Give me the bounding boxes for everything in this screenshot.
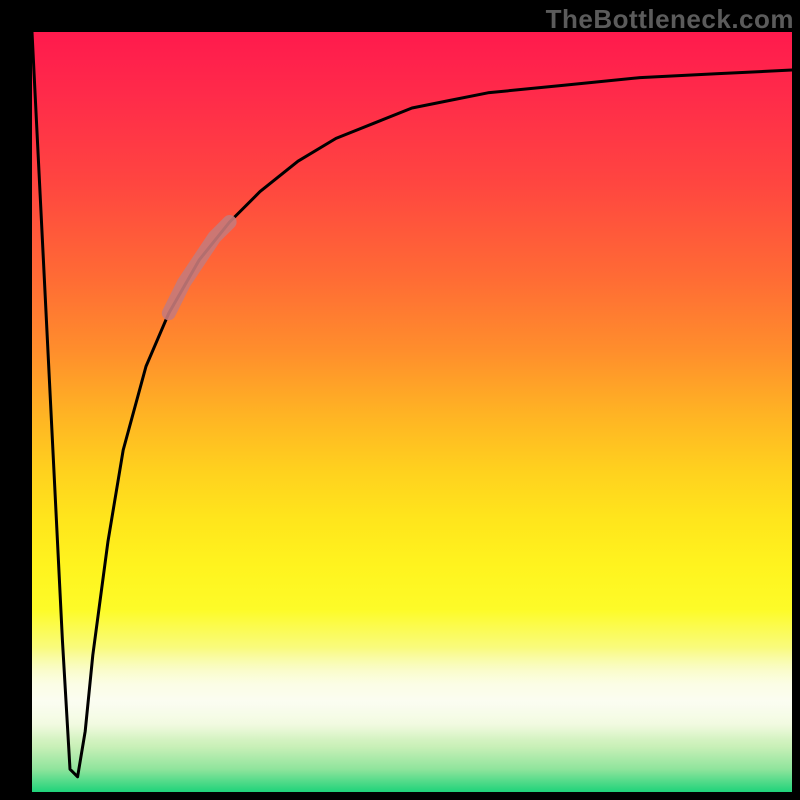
watermark-text: TheBottleneck.com — [546, 4, 794, 35]
curve-layer — [32, 32, 792, 792]
chart-frame: TheBottleneck.com — [0, 0, 800, 800]
highlight-segment — [169, 222, 230, 313]
plot-area — [32, 32, 792, 792]
bottleneck-curve — [32, 32, 792, 777]
